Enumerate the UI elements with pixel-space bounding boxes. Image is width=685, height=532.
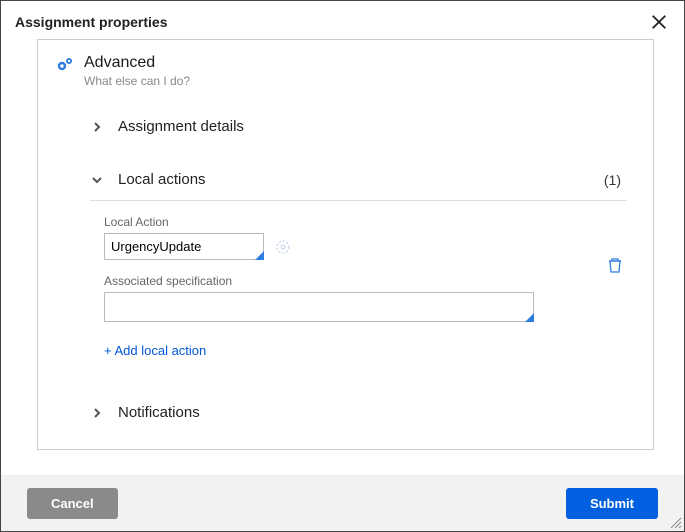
chevron-right-icon xyxy=(90,408,104,418)
dialog-body[interactable]: Advanced What else can I do? Assignment … xyxy=(1,39,684,475)
panel-title: Advanced xyxy=(84,54,190,72)
panel-subtitle: What else can I do? xyxy=(84,74,190,88)
advanced-panel: Advanced What else can I do? Assignment … xyxy=(37,39,654,450)
close-icon[interactable] xyxy=(648,11,670,33)
section-notifications[interactable]: Notifications xyxy=(90,398,627,427)
add-local-action-link[interactable]: + Add local action xyxy=(104,343,206,358)
local-actions-content: Local Action Associated specification xyxy=(90,215,627,358)
gear-icon[interactable] xyxy=(274,238,292,256)
chevron-down-icon xyxy=(90,175,104,185)
section-assignment-details[interactable]: Assignment details xyxy=(90,112,627,141)
cancel-button[interactable]: Cancel xyxy=(27,488,118,519)
divider xyxy=(90,200,627,201)
section-count: (1) xyxy=(604,172,621,188)
dialog-footer: Cancel Submit xyxy=(1,475,684,531)
trash-icon[interactable] xyxy=(607,256,623,274)
section-local-actions[interactable]: Local actions (1) xyxy=(90,165,627,194)
section-label: Assignment details xyxy=(118,118,627,135)
dialog: Assignment properties Advanced What el xyxy=(0,0,685,532)
panel-header: Advanced What else can I do? xyxy=(56,54,635,88)
gears-icon xyxy=(56,56,74,75)
associated-spec-input[interactable] xyxy=(104,292,534,322)
section-label: Local actions xyxy=(118,171,604,188)
associated-spec-label: Associated specification xyxy=(104,274,232,288)
submit-button[interactable]: Submit xyxy=(566,488,658,519)
dialog-title: Assignment properties xyxy=(15,14,167,30)
local-action-label: Local Action xyxy=(104,215,623,229)
chevron-right-icon xyxy=(90,122,104,132)
dialog-header: Assignment properties xyxy=(1,1,684,39)
local-action-input[interactable] xyxy=(104,233,264,260)
section-label: Notifications xyxy=(118,404,627,421)
